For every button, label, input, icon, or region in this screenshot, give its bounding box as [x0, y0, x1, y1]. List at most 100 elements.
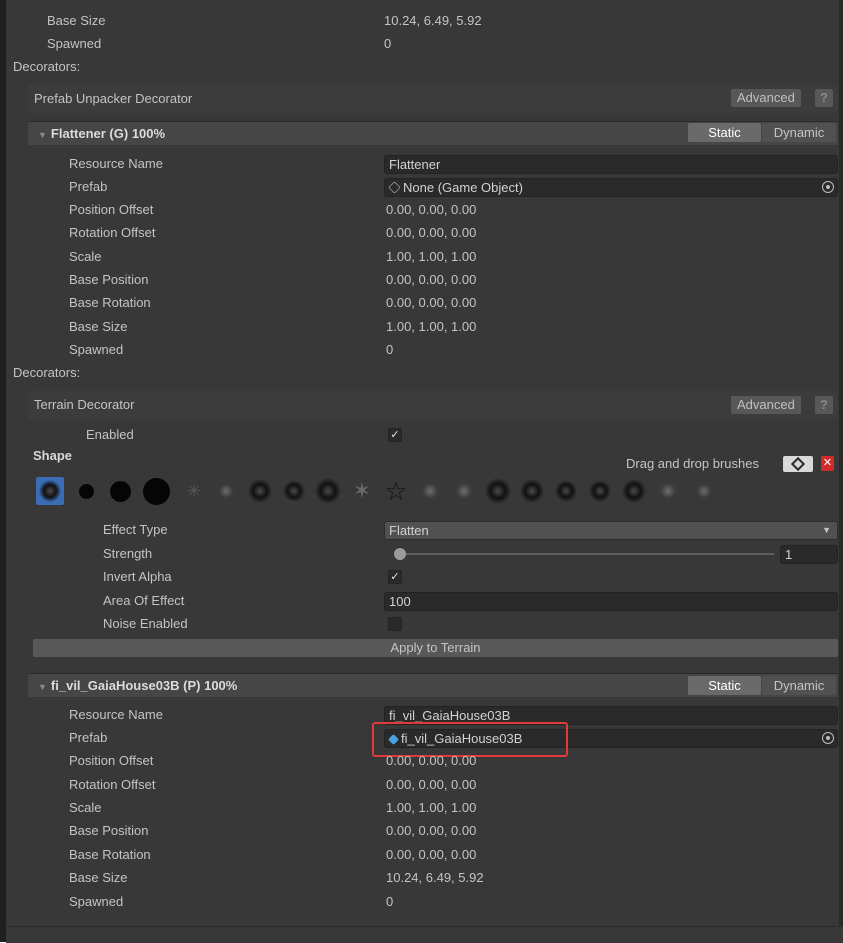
- apply-to-terrain-button[interactable]: Apply to Terrain: [33, 639, 838, 657]
- prefab-label: Prefab: [69, 179, 108, 194]
- position-offset-label: Position Offset: [69, 753, 154, 768]
- scrollbar-track[interactable]: [839, 0, 843, 942]
- brush-texture-a[interactable]: [416, 477, 444, 505]
- base-size-label: Base Size: [47, 13, 106, 28]
- base-position-label: Base Position: [69, 272, 149, 287]
- invert-alpha-label: Invert Alpha: [103, 569, 172, 584]
- brush-noise-d[interactable]: [314, 477, 342, 505]
- panel-footer: [6, 926, 843, 943]
- prefab-unpacker-decorator-title: Prefab Unpacker Decorator: [34, 91, 193, 106]
- spawned-label: Spawned: [69, 342, 124, 357]
- area-of-effect-label: Area Of Effect: [103, 593, 185, 608]
- dropdown-arrow-icon: ▼: [822, 525, 831, 535]
- base-size-label: Base Size: [69, 319, 128, 334]
- invert-alpha-checkbox[interactable]: ✓: [388, 570, 402, 584]
- advanced-button[interactable]: Advanced: [731, 396, 801, 414]
- advanced-button[interactable]: Advanced: [731, 89, 801, 107]
- scale-label: Scale: [69, 249, 102, 264]
- scale-value: 1.00, 1.00, 1.00: [386, 249, 477, 264]
- foldout-arrow-icon[interactable]: ▼: [38, 682, 47, 692]
- flattener-title-text: Flattener (G) 100%: [50, 126, 166, 141]
- rotation-offset-value: 0.00, 0.00, 0.00: [386, 225, 477, 240]
- prefab-value: None (Game Object): [403, 180, 523, 195]
- base-position-value: 0.00, 0.00, 0.00: [386, 272, 477, 287]
- noise-enabled-checkbox[interactable]: [388, 617, 402, 631]
- unity-logo-icon: [790, 456, 806, 472]
- brush-texture-h[interactable]: [654, 477, 682, 505]
- strength-input[interactable]: 1: [780, 545, 838, 564]
- drag-drop-label: Drag and drop brushes: [626, 456, 759, 471]
- brush-round-medium[interactable]: [106, 477, 134, 505]
- house-group-title: ▼ fi_vil_GaiaHouse03B (P) 100%: [38, 674, 237, 699]
- base-size-value: 1.00, 1.00, 1.00: [386, 319, 477, 334]
- base-size-value: 10.24, 6.49, 5.92: [386, 870, 484, 885]
- dynamic-toggle[interactable]: Dynamic: [762, 676, 836, 695]
- shape-label: Shape: [33, 448, 73, 463]
- area-of-effect-input[interactable]: 100: [384, 592, 838, 611]
- brush-texture-c[interactable]: [484, 477, 512, 505]
- brush-star-outline[interactable]: ☆: [382, 476, 410, 506]
- base-size-label: Base Size: [69, 870, 128, 885]
- spawned-label: Spawned: [69, 894, 124, 909]
- house-title-text: fi_vil_GaiaHouse03B (P) 100%: [50, 678, 238, 693]
- terrain-decorator-title: Terrain Decorator: [34, 397, 135, 412]
- scale-label: Scale: [69, 800, 102, 815]
- static-toggle[interactable]: Static: [688, 123, 761, 142]
- enabled-checkbox[interactable]: ✓: [388, 428, 402, 442]
- strength-slider[interactable]: [394, 548, 774, 560]
- prefab-label: Prefab: [69, 730, 108, 745]
- base-rotation-value: 0.00, 0.00, 0.00: [386, 847, 477, 862]
- brush-round-large[interactable]: [142, 477, 170, 505]
- base-rotation-label: Base Rotation: [69, 847, 151, 862]
- object-picker-icon[interactable]: [822, 181, 834, 193]
- spawned-label: Spawned: [47, 36, 102, 51]
- strength-label: Strength: [103, 546, 153, 561]
- brush-spatter[interactable]: ✳: [180, 477, 208, 505]
- decorators-label: Decorators:: [13, 365, 81, 380]
- dynamic-toggle[interactable]: Dynamic: [762, 123, 836, 142]
- static-toggle[interactable]: Static: [688, 676, 761, 695]
- base-rotation-label: Base Rotation: [69, 295, 151, 310]
- brush-round-small[interactable]: [72, 477, 100, 505]
- brush-texture-b[interactable]: [450, 477, 478, 505]
- brush-star-thin[interactable]: ✶: [348, 477, 376, 505]
- brush-texture-e[interactable]: [552, 477, 580, 505]
- inspector-window: Base Size 10.24, 6.49, 5.92 Spawned 0 De…: [0, 0, 843, 943]
- flattener-group-title: ▼ Flattener (G) 100%: [38, 122, 165, 147]
- brush-texture-g[interactable]: [620, 477, 648, 505]
- decorators-label: Decorators:: [13, 59, 81, 74]
- brush-noise-a[interactable]: [212, 477, 240, 505]
- effect-type-dropdown[interactable]: Flatten ▼: [384, 521, 838, 540]
- help-button[interactable]: ?: [815, 89, 833, 107]
- object-picker-icon[interactable]: [822, 732, 834, 744]
- terrain-decorator-header[interactable]: Terrain Decorator: [28, 391, 838, 419]
- brush-soft-round-selected[interactable]: [36, 477, 64, 505]
- unity-brush-button[interactable]: [783, 456, 813, 472]
- scale-value: 1.00, 1.00, 1.00: [386, 800, 477, 815]
- slider-thumb[interactable]: [394, 548, 406, 560]
- position-offset-value: 0.00, 0.00, 0.00: [386, 753, 477, 768]
- base-position-label: Base Position: [69, 823, 149, 838]
- spawned-value: 0: [384, 36, 392, 51]
- brush-texture-f[interactable]: [586, 477, 614, 505]
- slider-track: [394, 553, 774, 555]
- enabled-label: Enabled: [86, 427, 134, 442]
- position-offset-label: Position Offset: [69, 202, 154, 217]
- rotation-offset-value: 0.00, 0.00, 0.00: [386, 777, 477, 792]
- rotation-offset-label: Rotation Offset: [69, 777, 156, 792]
- resource-name-label: Resource Name: [69, 707, 163, 722]
- resource-name-input[interactable]: Flattener: [384, 155, 838, 174]
- help-button[interactable]: ?: [815, 396, 833, 414]
- brush-texture-i[interactable]: [690, 477, 718, 505]
- prefab-unpacker-decorator-header[interactable]: Prefab Unpacker Decorator: [28, 85, 838, 113]
- rotation-offset-label: Rotation Offset: [69, 225, 156, 240]
- brush-noise-c[interactable]: [280, 477, 308, 505]
- effect-type-value: Flatten: [389, 523, 429, 538]
- spawned-value: 0: [386, 894, 394, 909]
- brush-texture-d[interactable]: [518, 477, 546, 505]
- foldout-arrow-icon[interactable]: ▼: [38, 130, 47, 140]
- effect-type-label: Effect Type: [103, 522, 168, 537]
- brush-noise-b[interactable]: [246, 477, 274, 505]
- clear-brushes-button[interactable]: ✕: [821, 456, 834, 471]
- prefab-object-field[interactable]: None (Game Object): [384, 178, 838, 197]
